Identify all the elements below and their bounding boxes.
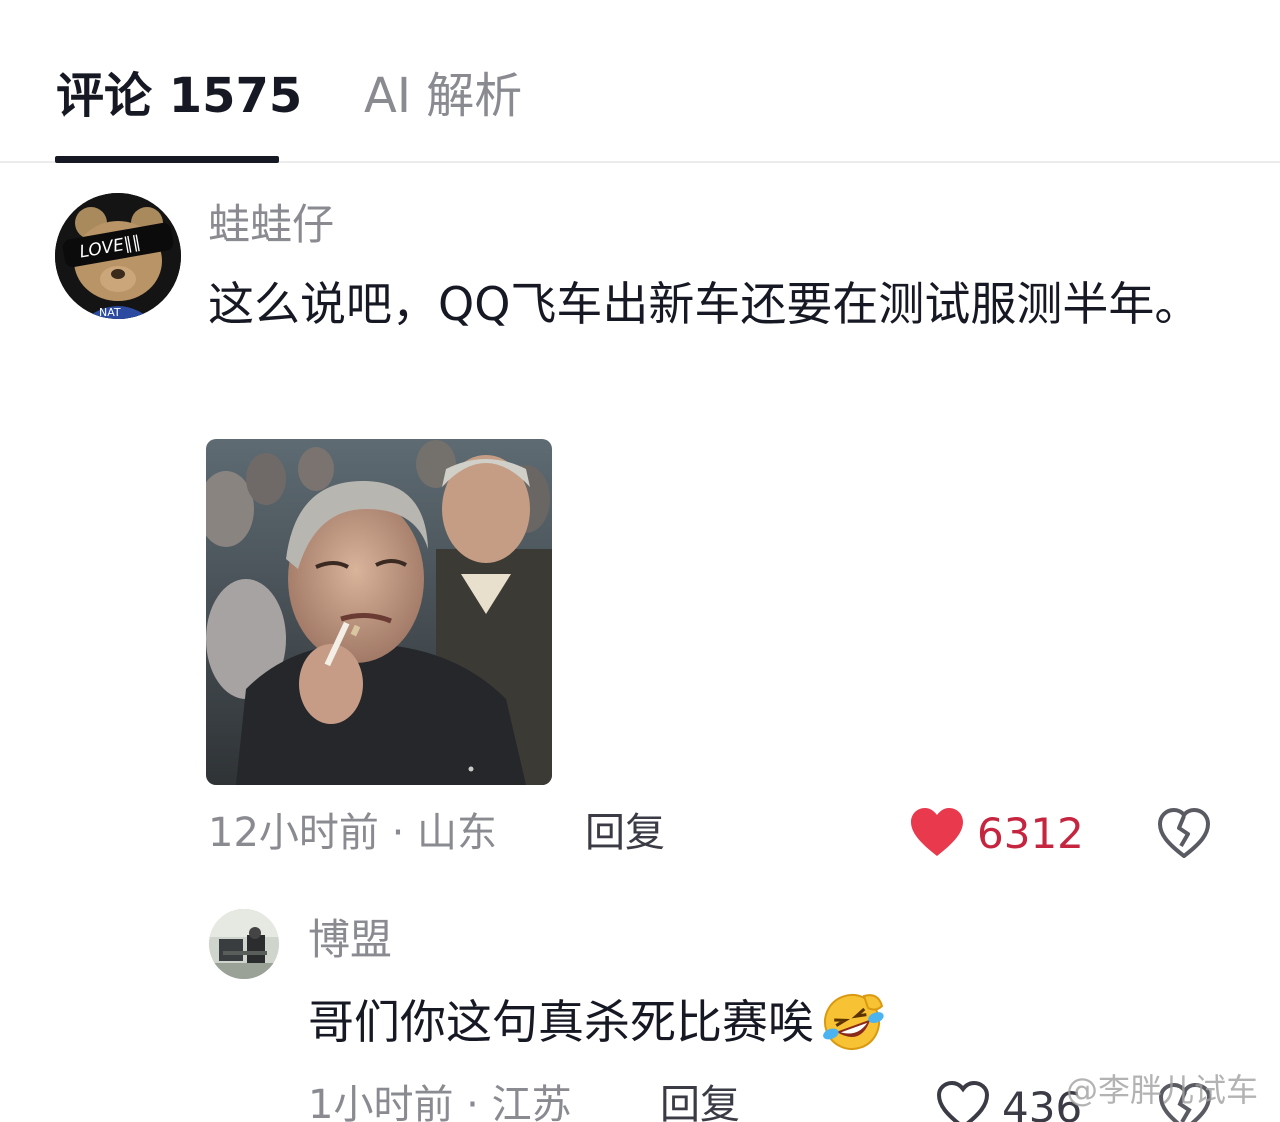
broken-heart-icon[interactable] [1157,806,1211,860]
comment-text: 这么说吧，QQ飞车出新车还要在测试服测半年。 [208,277,1201,331]
reply-avatar[interactable] [209,909,279,979]
reply-button[interactable]: 回复 [585,808,665,858]
rolling-laughing-emoji-icon [823,994,884,1050]
reply-reply-button[interactable]: 回复 [660,1080,740,1122]
heart-outline-icon[interactable] [936,1080,990,1122]
comment-time-location: 12小时前 · 山东 [208,810,498,856]
reply-time-location: 1小时前 · 江苏 [308,1082,572,1122]
bear-avatar-icon: LOVE∥∥ NAT [55,193,181,319]
reply-text: 哥们你这句真杀死比赛唉 [308,995,814,1049]
svg-text:NAT: NAT [99,306,121,319]
reply-text-row: 哥们你这句真杀死比赛唉 [308,982,1208,1062]
tab-comments[interactable]: 评论 1575 [56,66,302,126]
reply-avatar-photo [209,909,279,979]
tab-bar: 评论 1575 AI 解析 [0,0,1280,163]
comment-username[interactable]: 蛙蛙仔 [208,199,334,251]
meme-photo [206,439,552,785]
tab-ai-analysis[interactable]: AI 解析 [364,66,522,126]
like-count: 6312 [977,809,1084,858]
active-tab-indicator [55,156,279,163]
reply-username[interactable]: 博盟 [308,914,392,966]
avatar[interactable]: LOVE∥∥ NAT [55,193,181,319]
comment-page: 评论 1575 AI 解析 LOVE∥∥ NAT 蛙蛙仔 这么说吧，QQ飞车出新… [0,0,1280,1122]
heart-filled-icon[interactable] [909,806,965,860]
watermark: @李胖儿试车 [1066,1071,1259,1109]
comment-meme-image[interactable] [206,439,552,785]
